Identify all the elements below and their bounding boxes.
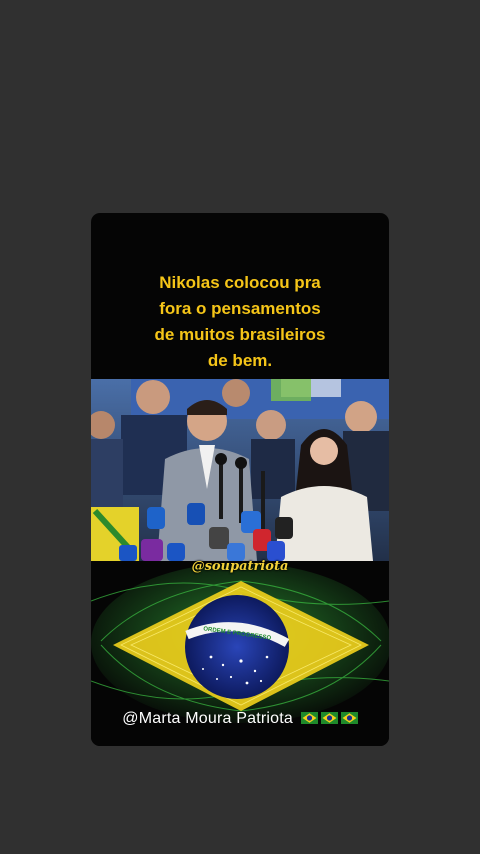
signature-line: @Marta Moura Patriota (91, 710, 389, 728)
signature-text: @Marta Moura Patriota (122, 710, 294, 727)
watermark-handle: @soupatriota (191, 559, 289, 574)
press-conference-photo (91, 379, 389, 561)
brazil-flag-icon (300, 712, 318, 724)
video-card[interactable]: Nikolas colocou pra fora o pensamentos d… (91, 213, 389, 746)
brazil-flag-icon (340, 712, 358, 724)
post-headline: Nikolas colocou pra fora o pensamentos d… (154, 273, 326, 370)
brazil-flag-icon (320, 712, 338, 724)
